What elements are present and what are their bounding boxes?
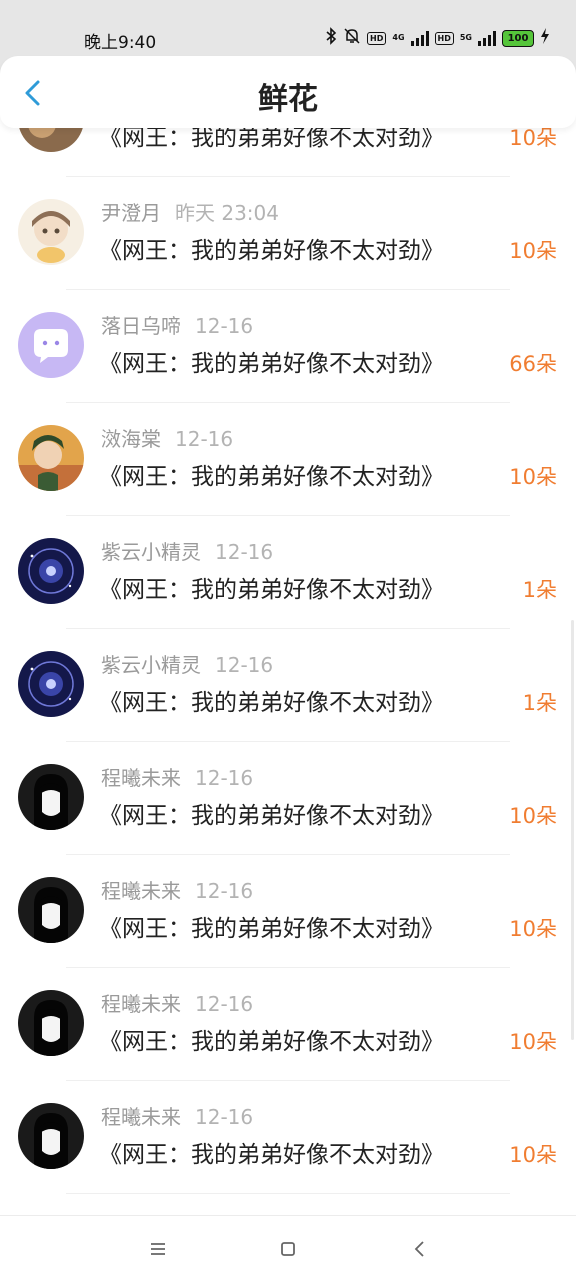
item-meta: 落日乌啼 12-16 (101, 310, 253, 339)
avatar[interactable] (18, 538, 84, 604)
item-meta: 程曦未来 12-16 (101, 988, 253, 1017)
network-4g: 4G (392, 33, 405, 42)
user-name[interactable]: 程曦未来 (101, 992, 181, 1016)
list-item[interactable]: 紫云小精灵 12-16 《网王：我的弟弟好像不太对劲》 1朵 (0, 629, 576, 742)
signal-icon-2 (478, 30, 496, 46)
network-5g: 5G (459, 33, 472, 42)
home-icon (281, 1242, 295, 1256)
item-meta: 程曦未来 12-16 (101, 875, 253, 904)
avatar[interactable] (18, 312, 84, 378)
signal-icon (410, 30, 429, 46)
hd-badge-2: HD (434, 31, 454, 45)
home-button[interactable] (273, 1234, 303, 1264)
book-title: 《网王：我的弟弟好像不太对劲》 (99, 577, 444, 603)
flower-count: 10朵 (509, 239, 557, 263)
book-title: 《网王：我的弟弟好像不太对劲》 (99, 803, 444, 829)
book-title: 《网王：我的弟弟好像不太对劲》 (99, 351, 444, 377)
flower-count: 1朵 (522, 578, 557, 602)
status-icons: HD 4G HD 5G 100 (325, 26, 550, 50)
status-time: 晚上9:40 (84, 33, 157, 53)
list-item[interactable]: 程曦未来 12-16 《网王：我的弟弟好像不太对劲》 10朵 (0, 968, 576, 1081)
book-title: 《网王：我的弟弟好像不太对劲》 (99, 1029, 444, 1055)
avatar[interactable] (18, 651, 84, 717)
item-date: 12-16 (215, 540, 274, 564)
page-title: 鲜花 (258, 82, 318, 117)
system-nav-bar (0, 1215, 576, 1280)
flower-count: 10朵 (509, 1143, 557, 1167)
list-item[interactable]: 程曦未来 12-16 《网王：我的弟弟好像不太对劲》 10朵 (0, 742, 576, 855)
user-name[interactable]: 尹澄月 (101, 201, 161, 225)
scrollbar[interactable] (571, 620, 574, 1040)
list-item[interactable]: 滧海棠 12-16 《网王：我的弟弟好像不太对劲》 10朵 (0, 403, 576, 516)
flower-count: 10朵 (509, 465, 557, 489)
avatar[interactable] (18, 764, 84, 830)
item-meta: 紫云小精灵 12-16 (101, 649, 273, 678)
menu-button[interactable] (143, 1234, 173, 1264)
item-date: 12-16 (195, 992, 254, 1016)
avatar[interactable] (18, 425, 84, 491)
item-date: 12-16 (195, 314, 254, 338)
avatar[interactable] (18, 1103, 84, 1169)
list-item[interactable]: 紫云小精灵 12-16 《网王：我的弟弟好像不太对劲》 1朵 (0, 516, 576, 629)
back-icon (414, 1241, 424, 1257)
menu-icon (151, 1243, 165, 1255)
flower-count: 66朵 (509, 352, 557, 376)
book-title: 《网王：我的弟弟好像不太对劲》 (99, 238, 444, 264)
user-name[interactable]: 滧海棠 (101, 427, 161, 451)
item-date: 12-16 (175, 427, 234, 451)
list-item[interactable]: 尹澄月 昨天 23:04 《网王：我的弟弟好像不太对劲》 10朵 (0, 177, 576, 290)
item-date: 12-16 (195, 766, 254, 790)
flower-count: 10朵 (509, 804, 557, 828)
header: 鲜花 (0, 56, 576, 128)
mute-icon (343, 27, 361, 49)
hd-badge-1: HD (367, 31, 387, 45)
battery-icon: 100 (502, 29, 534, 47)
item-date: 12-16 (195, 879, 254, 903)
bluetooth-icon (325, 27, 337, 49)
user-name[interactable]: 落日乌啼 (101, 314, 181, 338)
list-item[interactable]: 程曦未来 12-16 《网王：我的弟弟好像不太对劲》 10朵 (0, 855, 576, 968)
book-title: 《网王：我的弟弟好像不太对劲》 (99, 1142, 444, 1168)
flower-count: 1朵 (522, 691, 557, 715)
item-date: 昨天 23:04 (175, 201, 279, 225)
flower-count: 10朵 (509, 917, 557, 941)
avatar[interactable] (18, 877, 84, 943)
item-meta: 尹澄月 昨天 23:04 (101, 197, 279, 226)
book-title: 《网王：我的弟弟好像不太对劲》 (99, 690, 444, 716)
item-meta: 程曦未来 12-16 (101, 762, 253, 791)
user-name[interactable]: 程曦未来 (101, 879, 181, 903)
avatar[interactable] (18, 199, 84, 265)
system-back-button[interactable] (405, 1234, 435, 1264)
list-item[interactable]: 程曦未来 12-16 《网王：我的弟弟好像不太对劲》 10朵 (0, 1081, 576, 1194)
item-meta: 紫云小精灵 12-16 (101, 536, 273, 565)
divider (66, 1193, 510, 1194)
avatar[interactable] (18, 990, 84, 1056)
flower-count: 10朵 (509, 1030, 557, 1054)
item-meta: 程曦未来 12-16 (101, 1101, 253, 1130)
flower-list: 《网王：我的弟弟好像不太对劲》 10朵 尹澄月 昨天 23:04 《网王：我的弟弟… (0, 84, 576, 1214)
list-item[interactable]: 落日乌啼 12-16 《网王：我的弟弟好像不太对劲》 66朵 (0, 290, 576, 403)
item-date: 12-16 (195, 1105, 254, 1129)
book-title: 《网王：我的弟弟好像不太对劲》 (99, 916, 444, 942)
user-name[interactable]: 紫云小精灵 (101, 653, 201, 677)
item-meta: 滧海棠 12-16 (101, 423, 233, 452)
user-name[interactable]: 紫云小精灵 (101, 540, 201, 564)
charging-icon (540, 28, 550, 48)
book-title: 《网王：我的弟弟好像不太对劲》 (99, 464, 444, 490)
item-date: 12-16 (215, 653, 274, 677)
user-name[interactable]: 程曦未来 (101, 766, 181, 790)
user-name[interactable]: 程曦未来 (101, 1105, 181, 1129)
